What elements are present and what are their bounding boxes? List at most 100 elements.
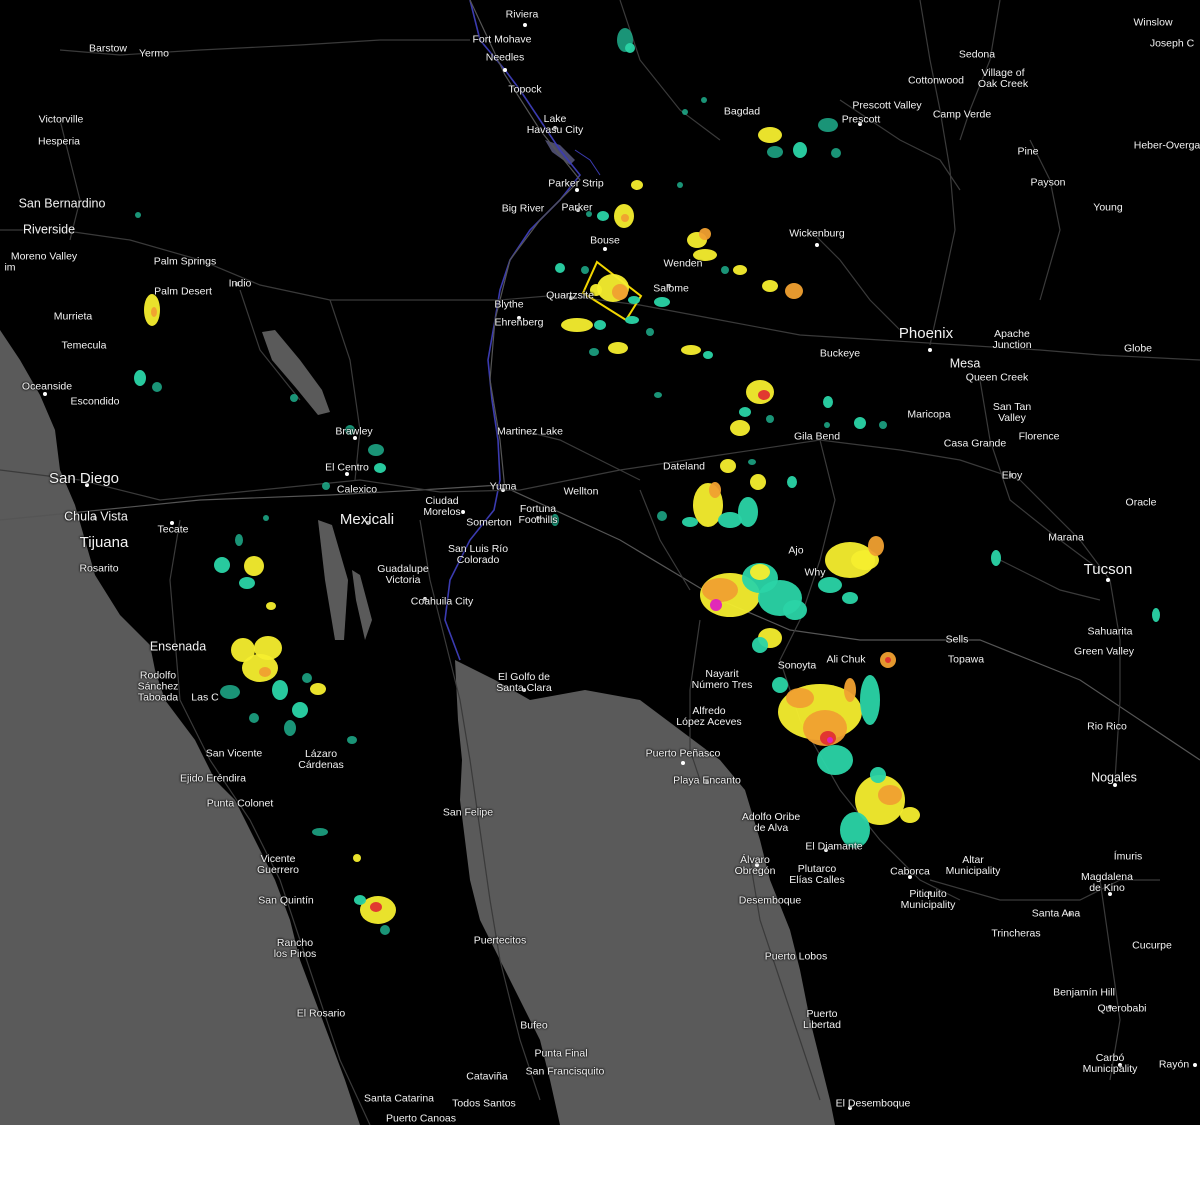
city-dot [1106,578,1110,582]
radar-echo [762,280,778,292]
radar-echo [263,515,269,521]
pacific-ocean [0,330,360,1125]
city-label: San Diego [48,470,120,487]
city-label: San Felipe [442,806,494,819]
radar-echo [244,556,264,576]
radar-echo [368,444,384,456]
radar-echo [220,685,240,699]
radar-echo [748,459,756,465]
radar-echo [354,895,366,905]
radar-echo [284,720,296,736]
radar-echo [758,390,770,400]
city-label: Parker [561,201,593,214]
radar-echo [1152,608,1160,622]
city-label: Benjamín Hill [1053,986,1115,999]
city-label: Puerto Peñasco [645,747,721,760]
city-label: Alfredo López Aceves [676,705,742,728]
city-dot [503,68,507,72]
radar-echo [152,382,162,392]
city-label: Tucson [1083,561,1133,578]
city-label: Gila Bend [793,430,841,443]
radar-echo [730,420,750,436]
city-label: Fort Mohave [472,33,532,46]
city-label: Camp Verde [932,108,992,121]
radar-echo [628,296,640,304]
radar-echo [752,637,768,653]
radar-echo [555,263,565,273]
radar-echo [347,736,357,744]
radar-echo [739,407,751,417]
city-label: Magdalena de Kino [1081,871,1133,894]
radar-echo [657,511,667,521]
radar-echo [699,228,711,240]
city-label: Querobabi [1097,1002,1147,1015]
city-label: Somerton [466,516,512,529]
radar-echo [135,212,141,218]
city-label: Globe [1123,342,1153,355]
city-label: Casa Grande [943,437,1007,450]
city-label: Trincheras [991,927,1041,940]
radar-echo [868,536,884,556]
radar-echo [682,517,698,527]
city-label: Riviera [505,8,539,21]
city-label: El Rosario [296,1007,346,1020]
city-dot [461,510,465,514]
city-label: Mexicali [339,511,395,528]
city-label: Ciudad Morelos [423,495,461,518]
city-label: Rosarito [79,562,119,575]
city-label: Riverside [22,222,76,237]
city-label: Pine [1017,145,1039,158]
radar-echo [824,422,830,428]
city-dot [43,392,47,396]
city-label: Hesperia [37,135,81,148]
city-label: Wellton [563,485,599,498]
radar-echo [701,97,707,103]
city-label: Ímuris [1113,850,1143,863]
city-label: Indio [228,277,252,290]
city-label: Álvaro Obregón [734,854,776,877]
city-label: Topawa [947,653,985,666]
radar-echo [900,807,920,823]
radar-echo [842,592,858,604]
radar-echo [827,737,833,743]
city-label: Temecula [61,339,107,352]
city-label: Ali Chuk [826,653,866,666]
city-label: Blythe [494,298,524,311]
radar-echo [831,148,841,158]
radar-echo [302,673,312,683]
city-label: Plutarco Elías Calles [789,863,845,886]
radar-echo [646,328,654,336]
city-label: Caborca [890,865,930,878]
city-label: Yuma [489,480,517,493]
blank-footer [0,1125,1200,1200]
radar-echo [242,654,278,682]
city-label: El Diamante [805,840,863,853]
city-label: Florence [1018,430,1060,443]
city-label: Adolfo Oribe de Alva [741,811,801,834]
radar-map[interactable]: Riviera Fort Mohave Needles Topock Lake Hava… [0,0,1200,1125]
city-label: Queen Creek [965,371,1029,384]
radar-echo [750,564,770,580]
city-label: Palm Desert [154,285,212,298]
city-label: Coahuila City [410,595,474,608]
city-label: Phoenix [898,325,954,342]
city-label: Escondido [70,395,120,408]
city-label: Puertecitos [473,934,527,947]
radar-echo [621,214,629,222]
city-label: Cucurpe [1132,939,1172,952]
city-label: Parker Strip [548,177,604,190]
city-label: Rodolfo Sánchez Taboada [137,669,179,704]
city-label: Ejido Eréndira [180,772,246,785]
city-label: Mesa [949,356,981,371]
radar-echo [787,476,797,488]
radar-echo [783,600,807,620]
city-label: Bagdad [723,105,761,118]
city-label: Salome [653,282,689,295]
radar-echo [134,370,146,386]
city-label: Joseph C [1149,37,1195,50]
radar-echo [703,351,713,359]
city-label: Oracle [1125,496,1157,509]
city-label: Cataviña [466,1070,508,1083]
city-label: Cottonwood [907,74,965,87]
city-label: Tijuana [79,534,129,551]
